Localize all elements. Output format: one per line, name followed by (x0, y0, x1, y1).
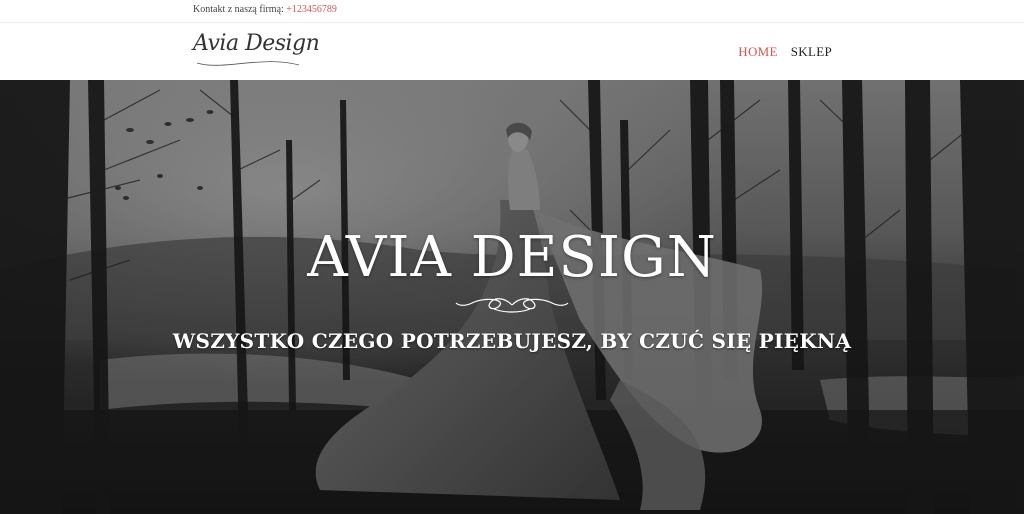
top-bar: Kontakt z naszą firmą: +123456789 (0, 0, 1024, 23)
main-nav: HOME SKLEP (738, 44, 832, 60)
hero-section: AVIA DESIGN WSZYSTKO CZEGO POTRZEBUJESZ,… (0, 80, 1024, 514)
contact-info: Kontakt z naszą firmą: +123456789 (193, 4, 337, 15)
nav-sklep[interactable]: SKLEP (791, 44, 832, 60)
ornament-divider-icon (455, 298, 569, 313)
phone-link[interactable]: +123456789 (286, 4, 337, 15)
hero-subtitle: WSZYSTKO CZEGO POTRZEBUJESZ, BY CZUĆ SIĘ… (172, 329, 852, 353)
nav-home[interactable]: HOME (738, 44, 777, 60)
hero-title: AVIA DESIGN (307, 225, 717, 290)
site-header: Avia Design HOME SKLEP (0, 23, 1024, 80)
contact-label: Kontakt z naszą firmą: (193, 4, 284, 15)
logo-swash-icon (196, 61, 300, 66)
